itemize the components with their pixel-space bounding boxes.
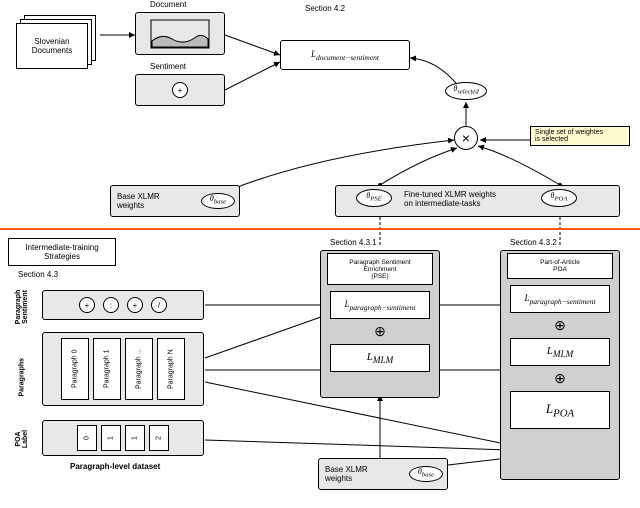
sent-icon-3: /	[151, 297, 167, 313]
label-poa: POA Label	[15, 409, 29, 469]
paragraph-0: Paragraph 0	[61, 338, 89, 400]
label-paragraphs: Paragraphs	[19, 337, 26, 397]
plus-op-icon: ⊕	[554, 317, 566, 334]
poa-box: Part-of-Article POA Lparagraph−sentiment…	[500, 250, 620, 480]
times-operator-icon: ×	[454, 126, 478, 150]
document-label: Document	[150, 0, 186, 9]
section-4-3-1-label: Section 4.3.1	[330, 238, 377, 247]
pse-title: Paragraph Sentiment Enrichment (PSE)	[327, 253, 433, 285]
poa-1: 1	[101, 425, 121, 451]
theta-base-top: θbase	[201, 193, 235, 209]
base-xlmr-top-label: Base XLMR weights	[117, 192, 160, 210]
note-selected-weights: Single set of weightes is selected	[530, 126, 630, 146]
base-xlmr-bottom: Base XLMR weights θbase	[318, 458, 448, 490]
paragraph-1: Paragraph 1	[93, 338, 121, 400]
finetuned-xlmr-label: Fine-tuned XLMR weights on intermediate-…	[404, 190, 496, 208]
poa-l-mlm: LMLM	[510, 338, 610, 366]
poa-3: 2	[149, 425, 169, 451]
plus-icon: +	[172, 82, 188, 98]
document-block	[135, 12, 225, 55]
section-4-3-2-label: Section 4.3.2	[510, 238, 557, 247]
slovenian-docs: Slovenian Documents	[16, 15, 100, 71]
poa-l-poa: LPOA	[510, 391, 610, 429]
paragraph-n: Paragraph N	[157, 338, 185, 400]
poa-title: Part-of-Article POA	[507, 253, 613, 279]
label-paragraph-sentiment: Paragraph Sentiment	[15, 277, 29, 337]
poa-2: 1	[125, 425, 145, 451]
pse-l-mlm: LMLM	[330, 344, 430, 372]
poa-l-para-sent: Lparagraph−sentiment	[510, 285, 610, 313]
base-xlmr-bottom-label: Base XLMR weights	[325, 465, 368, 483]
intermediate-training-box: Intermediate-training Strategies	[8, 238, 116, 266]
sentiment-label: Sentiment	[150, 62, 186, 71]
plus-op-icon: ⊕	[374, 323, 386, 340]
pse-box: Paragraph Sentiment Enrichment (PSE) Lpa…	[320, 250, 440, 398]
sentiment-row: + : + /	[42, 290, 204, 320]
paragraph-dots: Paragraph ...	[125, 338, 153, 400]
theta-base-bottom: θbase	[409, 466, 443, 482]
base-xlmr-top: Base XLMR weights θbase	[110, 185, 240, 217]
poa-row: 0 1 1 2	[42, 420, 204, 456]
sent-icon-1: :	[103, 297, 119, 313]
section-divider	[0, 228, 640, 230]
theta-pse: θPSE	[356, 189, 392, 207]
section-4-2-label: Section 4.2	[305, 4, 345, 13]
sent-icon-2: +	[127, 297, 143, 313]
theta-poa: θPOA	[541, 189, 577, 207]
loss-doc-sentiment: Ldocument−sentiment	[280, 40, 410, 70]
sentiment-block: +	[135, 74, 225, 106]
poa-0: 0	[77, 425, 97, 451]
pse-l-para-sent: Lparagraph−sentiment	[330, 291, 430, 319]
theta-selected: θselected	[445, 82, 487, 100]
sent-icon-0: +	[79, 297, 95, 313]
plus-op-icon: ⊕	[554, 370, 566, 387]
finetuned-xlmr: θPSE Fine-tuned XLMR weights on intermed…	[335, 185, 620, 217]
paragraphs-row: Paragraph 0 Paragraph 1 Paragraph ... Pa…	[42, 332, 204, 406]
document-icon	[150, 19, 210, 49]
dataset-label: Paragraph-level dataset	[70, 462, 160, 471]
